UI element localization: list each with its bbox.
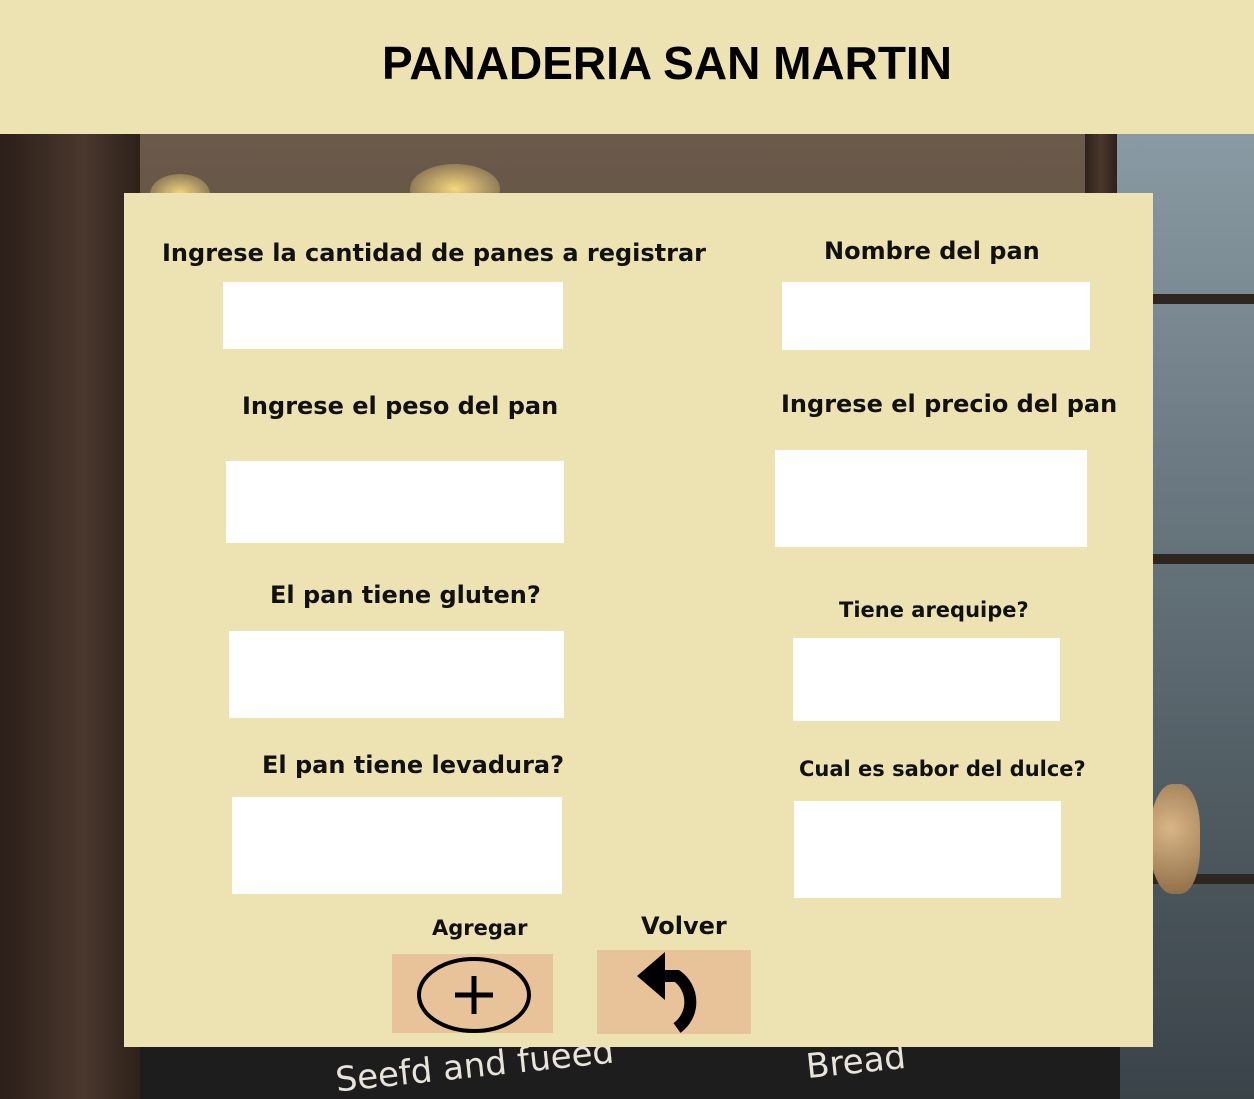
add-button[interactable] [392, 954, 553, 1033]
back-label: Volver [641, 912, 727, 940]
weight-input[interactable] [226, 461, 564, 543]
undo-arrow-icon [637, 952, 697, 1033]
price-input[interactable] [775, 450, 1087, 547]
yeast-label: El pan tiene levadura? [262, 751, 565, 779]
add-label: Agregar [432, 916, 528, 940]
flavor-input[interactable] [794, 801, 1061, 898]
arequipe-input[interactable] [793, 638, 1060, 721]
page-title: PANADERIA SAN MARTIN [382, 37, 952, 89]
gluten-label: El pan tiene gluten? [270, 581, 541, 609]
bread-form-panel: Ingrese la cantidad de panes a registrar… [124, 193, 1153, 1047]
arequipe-label: Tiene arequipe? [839, 598, 1029, 622]
name-input[interactable] [782, 282, 1090, 350]
gluten-input[interactable] [229, 631, 564, 718]
flavor-label: Cual es sabor del dulce? [799, 757, 1086, 781]
weight-label: Ingrese el peso del pan [242, 392, 559, 420]
yeast-input[interactable] [232, 797, 562, 894]
window-frame [0, 134, 140, 1099]
quantity-label: Ingrese la cantidad de panes a registrar [162, 239, 707, 267]
header-bar: PANADERIA SAN MARTIN [0, 0, 1254, 134]
quantity-input[interactable] [223, 282, 563, 349]
back-button[interactable] [597, 950, 751, 1034]
circle-plus-icon [417, 957, 531, 1033]
name-label: Nombre del pan [824, 237, 1040, 265]
chalkboard [140, 1046, 1120, 1099]
bread-image [1150, 784, 1200, 894]
price-label: Ingrese el precio del pan [781, 390, 1118, 418]
